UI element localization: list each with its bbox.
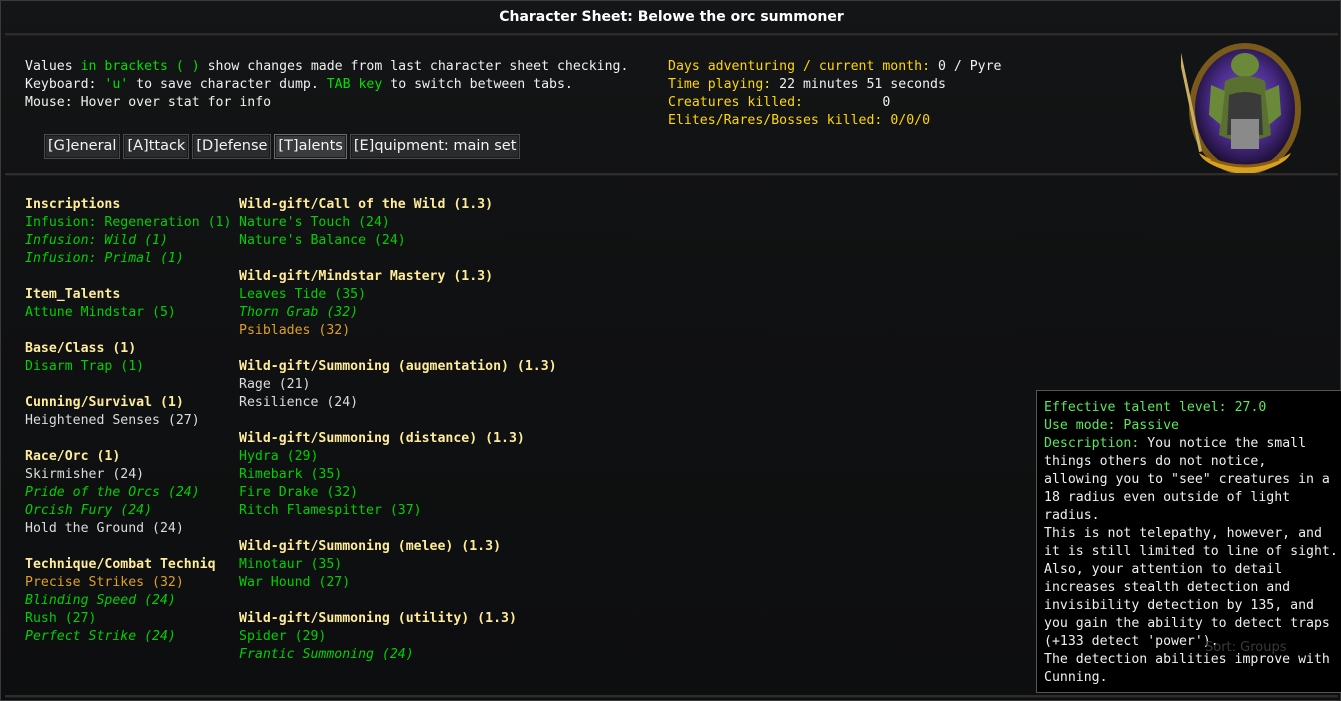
talent-item[interactable]: Infusion: Regeneration (1): [25, 214, 239, 232]
talent-item[interactable]: Rage (21): [239, 376, 659, 394]
tooltip-desc-line: increases stealth detection and: [1044, 580, 1291, 595]
talent-category-title: Wild-gift/Mindstar Mastery (1.3): [239, 269, 494, 284]
talent-item[interactable]: Nature's Balance (24): [239, 232, 659, 250]
talent-item[interactable]: Disarm Trap (1): [25, 358, 239, 376]
talent-category-title: Wild-gift/Call of the Wild (1.3): [239, 197, 494, 212]
tab-talents[interactable]: [T]alents: [274, 134, 347, 159]
talent-item[interactable]: Rush (27): [25, 610, 239, 628]
talent-item[interactable]: Infusion: Wild (1): [25, 232, 239, 250]
footer-divider: [5, 695, 1338, 698]
talent-item[interactable]: Fire Drake (32): [239, 484, 659, 502]
talent-category-title: Inscriptions: [25, 197, 121, 212]
tooltip-level: Effective talent level: 27.0: [1044, 400, 1267, 415]
talent-item[interactable]: Psiblades (32): [239, 322, 659, 340]
tooltip-desc-line: Also, your attention to detail: [1044, 562, 1283, 577]
talent-item[interactable]: Attune Mindstar (5): [25, 304, 239, 322]
talent-item[interactable]: Spider (29): [239, 628, 659, 646]
help-line-mouse: Mouse: Hover over stat for info: [25, 95, 272, 110]
tab-general[interactable]: [G]eneral: [44, 134, 121, 159]
tab-defense[interactable]: [D]efense: [192, 134, 272, 159]
talent-item[interactable]: Frantic Summoning (24): [239, 646, 659, 664]
talent-item[interactable]: Rimebark (35): [239, 466, 659, 484]
stat-elites: Elites/Rares/Bosses killed: 0/0/0: [668, 113, 931, 128]
tooltip-desc-line: invisibility detection by 135, and: [1044, 598, 1314, 613]
tooltip-desc-line: Cunning.: [1044, 670, 1108, 685]
character-sheet-window: Character Sheet: Belowe the orc summoner…: [0, 0, 1341, 701]
tooltip-desc-line: 18 radius even outside of light: [1044, 490, 1291, 505]
tooltip-desc-line: allowing you to "see" creatures in a: [1044, 472, 1330, 487]
talent-item[interactable]: Precise Strikes (32): [25, 574, 239, 592]
talent-category-title: Wild-gift/Summoning (utility) (1.3): [239, 611, 517, 626]
tooltip-desc-line: (+133 detect 'power').: [1044, 634, 1219, 649]
talent-item[interactable]: Infusion: Primal (1): [25, 250, 239, 268]
tab-bar: [G]eneral [A]ttack [D]efense [T]alents […: [44, 134, 521, 159]
header-divider: [5, 173, 1338, 176]
talent-category-title: Base/Class (1): [25, 341, 137, 356]
tooltip-description: Description: You notice the small: [1044, 436, 1307, 451]
tooltip-desc-line: you gain the ability to detect traps: [1044, 616, 1330, 631]
talent-item[interactable]: Heightened Senses (27): [25, 412, 239, 430]
tooltip-desc-line: radius.: [1044, 508, 1100, 523]
talent-category-title: Wild-gift/Summoning (augmentation) (1.3): [239, 359, 557, 374]
title-divider: [5, 33, 1338, 36]
talent-category-title: Cunning/Survival (1): [25, 395, 184, 410]
tooltip-desc-line: it is still limited to line of sight.: [1044, 544, 1338, 559]
talent-column-left: Inscriptions Infusion: Regeneration (1) …: [25, 196, 239, 646]
talent-item[interactable]: Hold the Ground (24): [25, 520, 239, 538]
talent-item[interactable]: Nature's Touch (24): [239, 214, 659, 232]
talent-category-title: Technique/Combat Techniq: [25, 557, 216, 572]
talent-item[interactable]: Pride of the Orcs (24): [25, 484, 239, 502]
stat-time: Time playing: 22 minutes 51 seconds: [668, 77, 946, 92]
talent-item[interactable]: Hydra (29): [239, 448, 659, 466]
sort-groups-button[interactable]: Sort: Groups: [1205, 640, 1287, 655]
help-line-keyboard: Keyboard: 'u' to save character dump. TA…: [25, 77, 573, 92]
stat-days: Days adventuring / current month: 0 / Py…: [668, 59, 1002, 74]
talent-category-title: Wild-gift/Summoning (distance) (1.3): [239, 431, 525, 446]
talent-item[interactable]: Perfect Strike (24): [25, 628, 239, 646]
tab-equipment[interactable]: [E]quipment: main set: [349, 134, 521, 159]
tooltip-desc-line: This is not telepathy, however, and: [1044, 526, 1322, 541]
talent-item[interactable]: Orcish Fury (24): [25, 502, 239, 520]
window-title: Character Sheet: Belowe the orc summoner: [499, 9, 844, 25]
orc-summoner-portrait: [1181, 43, 1301, 175]
stat-killed: Creatures killed: 0: [668, 95, 891, 110]
talent-item[interactable]: Thorn Grab (32): [239, 304, 659, 322]
tooltip-mode: Use mode: Passive: [1044, 418, 1179, 433]
talent-category-title: Wild-gift/Summoning (melee) (1.3): [239, 539, 502, 554]
talent-item[interactable]: Leaves Tide (35): [239, 286, 659, 304]
talent-column-right: Wild-gift/Call of the Wild (1.3) Nature'…: [239, 196, 659, 664]
talent-item[interactable]: Blinding Speed (24): [25, 592, 239, 610]
talent-item[interactable]: Minotaur (35): [239, 556, 659, 574]
talent-category-title: Item_Talents: [25, 287, 121, 302]
talent-tooltip: Effective talent level: 27.0 Use mode: P…: [1036, 390, 1341, 693]
talent-item[interactable]: Resilience (24): [239, 394, 659, 412]
talent-item[interactable]: Skirmisher (24): [25, 466, 239, 484]
tab-attack[interactable]: [A]ttack: [123, 134, 190, 159]
talent-category-title: Race/Orc (1): [25, 449, 121, 464]
tooltip-desc-line: things others do not notice,: [1044, 454, 1267, 469]
help-line-values: Values in brackets ( ) show changes made…: [25, 59, 629, 74]
talent-item[interactable]: Ritch Flamespitter (37): [239, 502, 659, 520]
talent-item[interactable]: War Hound (27): [239, 574, 659, 592]
